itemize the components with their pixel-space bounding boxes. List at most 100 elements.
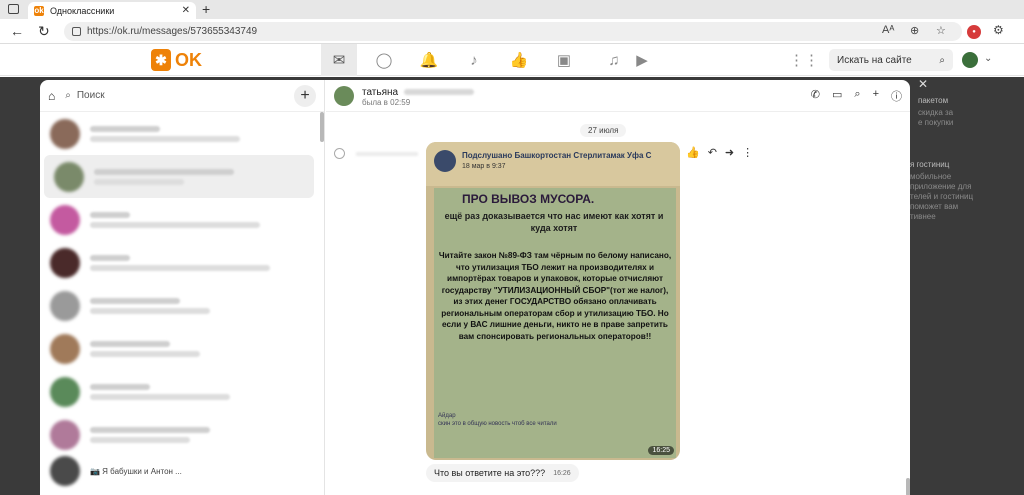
group-logo-icon [434,150,456,172]
bg-text-7: телей и гостиниц [910,192,974,201]
list-item[interactable] [40,327,318,370]
play-icon[interactable]: ▶ [624,44,660,76]
extension-badge-icon[interactable]: ● [967,25,981,39]
url-text: https://ok.ru/messages/573655343749 [87,26,258,37]
phone-icon[interactable]: ✆ [811,88,820,104]
bg-text-3: е покупки [918,118,954,127]
user-avatar[interactable] [962,52,978,68]
new-chat-button[interactable]: + [294,84,316,107]
list-item[interactable] [40,198,318,241]
info-icon[interactable]: ⓘ [891,88,902,104]
contact-status: была в 02:59 [362,98,411,107]
add-user-icon[interactable]: + [873,88,879,104]
post-date: 18 мар в 9:37 [462,163,506,170]
list-item[interactable] [40,241,318,284]
back-icon[interactable]: ← [10,23,24,39]
chat-list-panel: ⌂ ⌕ Поиск + 📷 Я бабушки и Антон ... [40,80,325,495]
messenger-panel: ⌂ ⌕ Поиск + 📷 Я бабушки и Антон ... тать… [40,80,910,495]
browser-tab-bar: ok Одноклассники ✕ + [0,0,1024,19]
search-icon[interactable]: ⌕ [939,55,945,66]
list-item[interactable]: 📷 Я бабушки и Антон ... [40,456,318,486]
shared-post-image[interactable]: Подслушано Башкортостан Стерлитамак Уфа … [426,142,680,460]
post-body: ПРО ВЫВОЗ МУСОРА. ещё раз доказывается ч… [434,188,676,458]
avatar [50,290,80,321]
bg-text-2: скидка за [918,108,954,117]
avatar [50,247,80,278]
reply-icon[interactable]: ↶ [708,146,717,159]
avatar [50,118,80,149]
video-icon[interactable]: ▣ [546,44,582,76]
avatar[interactable] [334,85,354,106]
home-icon[interactable]: ⌂ [48,89,55,103]
bg-text-8: поможет вам [910,202,959,211]
bg-text-4: я гостиниц [910,160,950,169]
extensions-icon[interactable]: ⚙ [993,23,1004,37]
apps-grid-icon[interactable]: ⋮⋮ [786,44,822,76]
messages-icon[interactable]: ✉ [321,44,357,76]
list-item[interactable] [40,112,318,155]
message-actions: 👍 ↶ ➜ ⋮ [686,146,753,159]
reply-message[interactable]: Что вы ответите на это??? 16:26 [426,464,579,482]
chat-preview: 📷 Я бабушки и Антон ... [90,466,182,476]
chevron-down-icon[interactable]: ⌄ [984,53,992,64]
post-source: Подслушано Башкортостан Стерлитамак Уфа … [462,151,652,160]
favorite-star-icon[interactable]: ☆ [936,24,946,37]
tab-title: Одноклассники [50,5,115,16]
like-icon[interactable]: 👍 [686,146,700,159]
contact-surname-blurred [404,88,475,95]
post-heading: ПРО ВЫВОЗ МУСОРА. [462,192,595,206]
blurred-text [356,152,418,156]
conversation-panel: татьяна была в 02:59 ✆ ▭ ⌕ + ⓘ 27 июля П… [326,80,910,495]
zoom-icon[interactable]: ⊕ [910,24,919,37]
chat-list: 📷 Я бабушки и Антон ... [40,112,318,486]
avatar [50,419,80,450]
site-search-placeholder: Искать на сайте [837,54,912,66]
likes-icon[interactable]: 👍 [501,44,537,76]
close-tab-icon[interactable]: ✕ [182,5,190,16]
bg-text-6: приложение для [910,182,972,191]
bg-text-5: мобильное [910,172,952,181]
ok-favicon-icon: ok [34,5,44,16]
chat-list-header: ⌂ ⌕ Поиск + [40,80,324,112]
date-separator: 27 июля [580,124,627,137]
avatar [50,204,80,235]
select-message-radio[interactable] [334,148,345,159]
chat-list-scrollbar[interactable] [320,112,324,142]
site-search-input[interactable]: Искать на сайте ⌕ [829,49,953,71]
url-field[interactable]: https://ok.ru/messages/573655343749 Aᴬ ⊕… [64,22,962,41]
post-header: Подслушано Башкортостан Стерлитамак Уфа … [426,142,680,186]
forward-icon[interactable]: ➜ [725,146,734,159]
conversation-header: татьяна была в 02:59 ✆ ▭ ⌕ + ⓘ [326,80,910,112]
close-overlay-icon[interactable]: ✕ [918,78,928,90]
notifications-icon[interactable]: 🔔 [411,44,447,76]
new-tab-icon[interactable]: + [202,1,210,17]
list-item[interactable] [40,284,318,327]
reply-message-text: Что вы ответите на это??? [434,468,546,478]
chat-search-input[interactable]: ⌕ Поиск [65,90,284,101]
discussions-icon[interactable]: ◯ [366,44,402,76]
list-item[interactable] [40,370,318,413]
reload-icon[interactable]: ↻ [38,23,50,40]
ok-logo-text[interactable]: OK [175,50,202,71]
list-item[interactable] [40,413,318,456]
search-icon: ⌕ [65,90,71,101]
contact-name[interactable]: татьяна [362,87,398,98]
chat-search-label: Поиск [76,90,105,101]
video-call-icon[interactable]: ▭ [832,88,842,104]
conversation-scrollbar[interactable] [906,478,910,495]
reply-message-time: 16:26 [553,469,571,477]
list-item[interactable] [44,155,314,198]
address-bar: ← ↻ https://ok.ru/messages/573655343749 … [0,19,1024,44]
window-menu-icon[interactable] [8,4,19,14]
ok-logo-icon[interactable]: ✱ [151,49,171,71]
search-icon[interactable]: ⌕ [854,88,860,104]
more-icon[interactable]: ⋮ [742,146,753,159]
guests-icon[interactable]: ♪ [456,44,492,76]
lock-icon [72,27,81,36]
avatar [50,376,80,407]
avatar [50,456,80,486]
read-aloud-icon[interactable]: Aᴬ [882,24,894,36]
image-time: 16:25 [648,446,674,455]
browser-tab[interactable]: ok Одноклассники ✕ [28,2,196,19]
bg-text-1: пакетом [918,96,949,105]
